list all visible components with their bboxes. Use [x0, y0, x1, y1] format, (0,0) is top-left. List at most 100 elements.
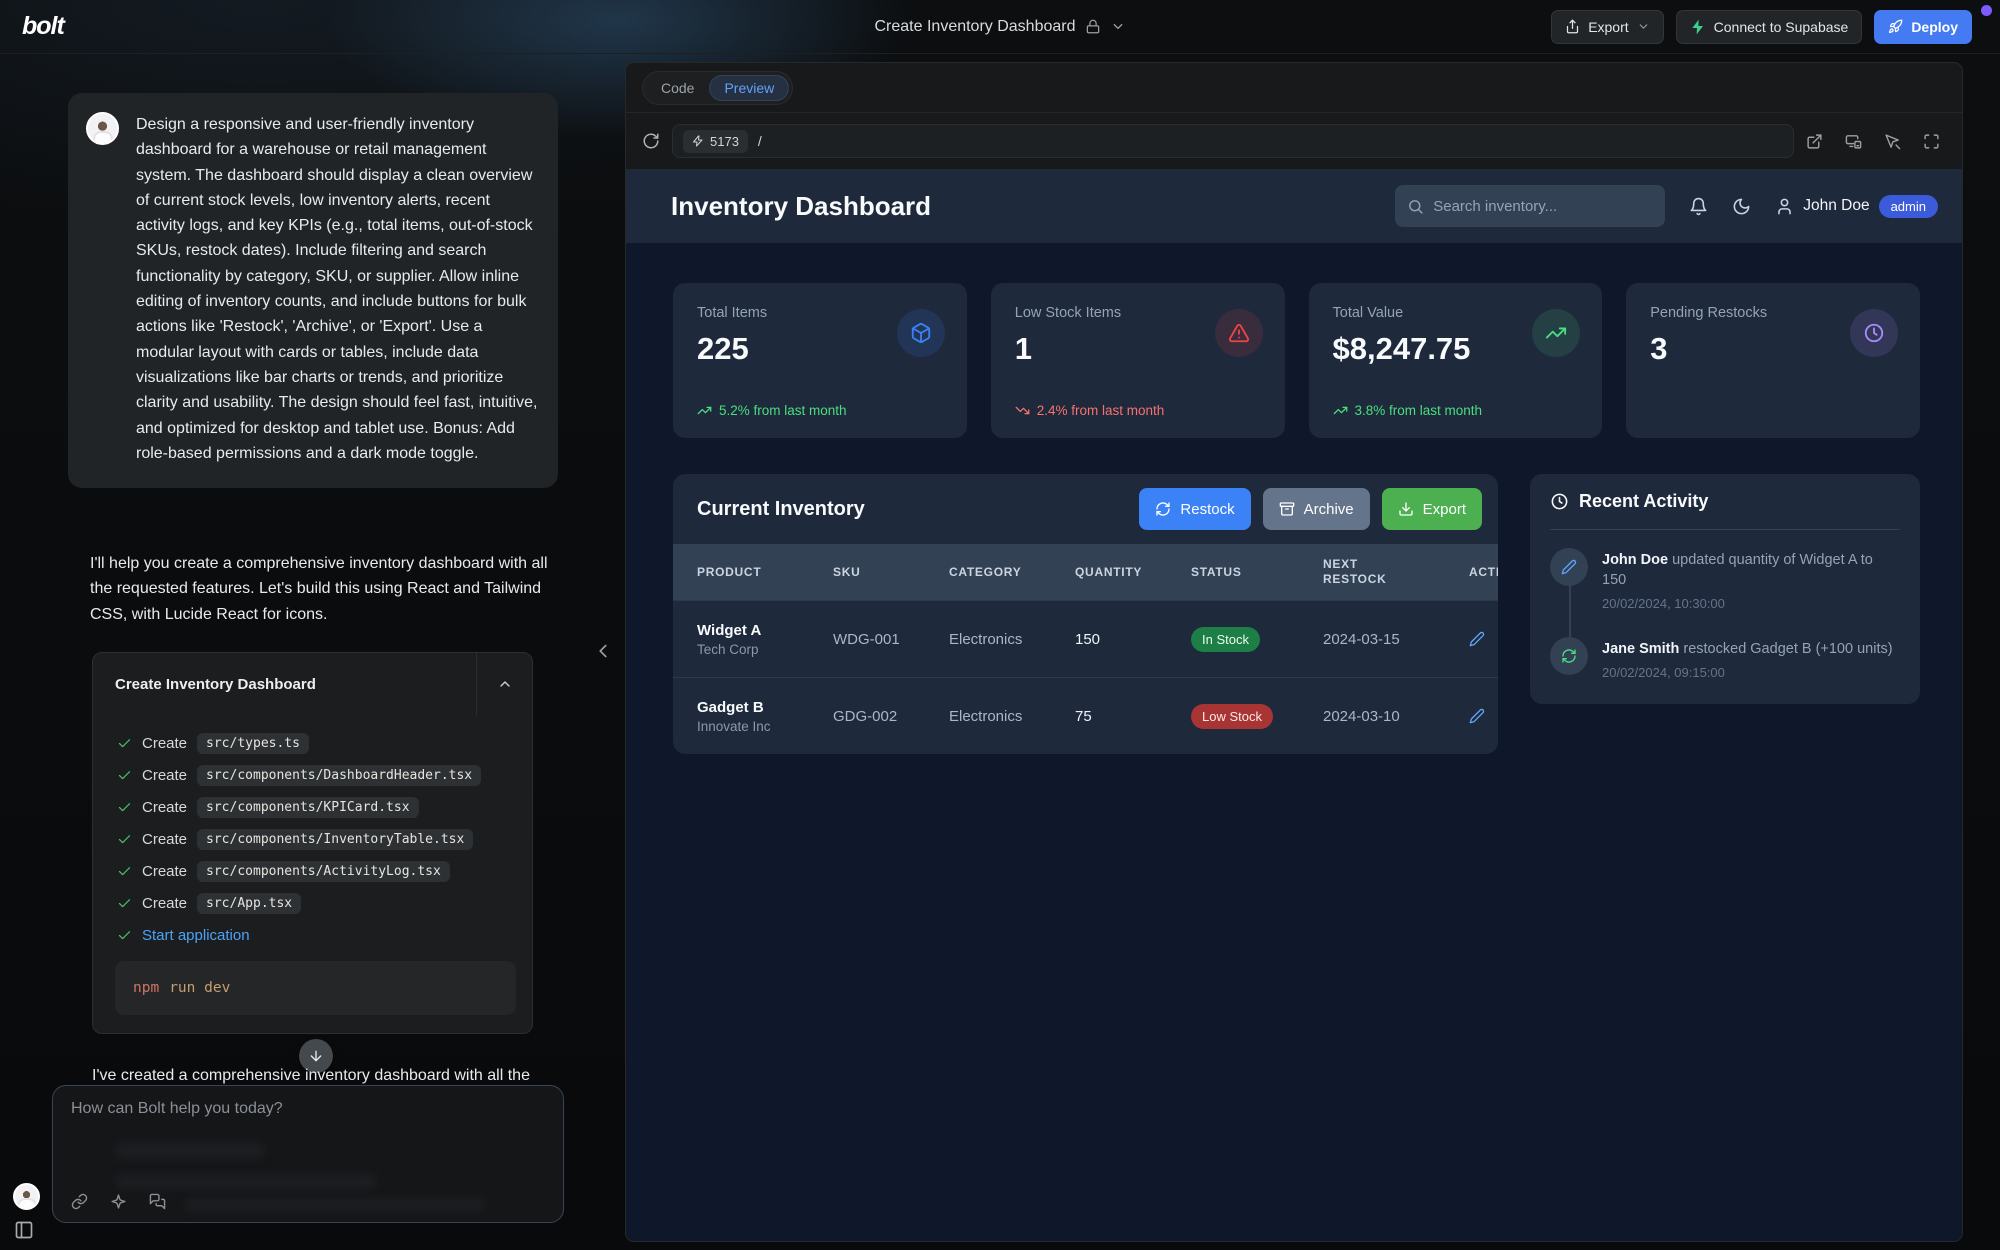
- user-icon: [1775, 197, 1794, 216]
- project-title-menu[interactable]: Create Inventory Dashboard: [875, 18, 1126, 36]
- sku-cell: GDG-002: [833, 708, 949, 725]
- sparkles-icon[interactable]: [110, 1193, 127, 1210]
- status-badge: Low Stock: [1191, 704, 1273, 729]
- responsive-devices-icon[interactable]: [1845, 133, 1862, 150]
- quantity-cell[interactable]: 75: [1075, 708, 1191, 725]
- url-bar[interactable]: 5173 /: [672, 124, 1794, 158]
- export-button[interactable]: Export: [1551, 10, 1663, 44]
- artifact-header[interactable]: Create Inventory Dashboard: [93, 653, 532, 715]
- file-chip[interactable]: src/App.tsx: [197, 893, 301, 914]
- messages-icon[interactable]: [149, 1193, 166, 1210]
- user-menu[interactable]: John Doe admin: [1775, 195, 1938, 218]
- step-action: Create: [142, 831, 187, 848]
- kpi-trend-text: 2.4% from last month: [1037, 403, 1165, 418]
- file-chip[interactable]: src/components/DashboardHeader.tsx: [197, 765, 481, 786]
- tab-preview[interactable]: Preview: [709, 75, 789, 101]
- start-application-link[interactable]: Start application: [142, 927, 250, 944]
- top-bar: bolt Create Inventory Dashboard Export C…: [0, 0, 2000, 54]
- redacted-blur: [115, 1174, 377, 1189]
- trending-up-icon: [697, 403, 712, 418]
- panel-left-icon: [14, 1220, 34, 1240]
- open-in-new-tab-icon[interactable]: [1806, 133, 1823, 150]
- sidebar-toggle-button[interactable]: [14, 1220, 34, 1240]
- product-supplier: Tech Corp: [697, 642, 833, 657]
- restock-label: Restock: [1180, 501, 1234, 518]
- file-chip[interactable]: src/components/ActivityLog.tsx: [197, 861, 450, 882]
- file-chip[interactable]: src/components/InventoryTable.tsx: [197, 829, 473, 850]
- table-row[interactable]: Widget A Tech Corp WDG-001 Electronics 1…: [673, 600, 1498, 677]
- col-sku: SKU: [833, 565, 949, 579]
- dark-mode-toggle[interactable]: [1732, 197, 1751, 216]
- reload-button[interactable]: [642, 132, 660, 150]
- user-message-text: Design a responsive and user-friendly in…: [136, 112, 538, 466]
- table-row[interactable]: Gadget B Innovate Inc GDG-002 Electronic…: [673, 677, 1498, 754]
- clock-icon: [1863, 322, 1885, 344]
- link-icon[interactable]: [71, 1193, 88, 1210]
- rocket-icon: [1888, 19, 1903, 34]
- activity-item: Jane Smith restocked Gadget B (+100 unit…: [1550, 637, 1900, 680]
- chat-input-box[interactable]: [52, 1085, 564, 1223]
- chevron-up-icon: [497, 676, 513, 692]
- product-name: Gadget B: [697, 699, 833, 716]
- account-avatar[interactable]: [13, 1183, 40, 1210]
- search-input[interactable]: [1433, 198, 1653, 215]
- file-chip[interactable]: src/types.ts: [197, 733, 309, 754]
- assistant-message-text: I'll help you create a comprehensive inv…: [90, 551, 562, 627]
- activity-time: 20/02/2024, 09:15:00: [1602, 665, 1893, 680]
- step-action: Create: [142, 735, 187, 752]
- share-icon: [1565, 19, 1580, 34]
- user-name: John Doe: [1803, 197, 1869, 215]
- chat-input[interactable]: [71, 1100, 545, 1146]
- artifact-step: Create src/components/InventoryTable.tsx: [117, 823, 516, 855]
- user-avatar: [86, 112, 119, 145]
- workbench-panel: Code Preview 5173 / Inventory Dashboard: [625, 62, 1963, 1242]
- command-args: run dev: [169, 980, 230, 996]
- tab-code[interactable]: Code: [646, 75, 709, 101]
- sku-cell: WDG-001: [833, 631, 949, 648]
- quantity-cell[interactable]: 150: [1075, 631, 1191, 648]
- col-product: PRODUCT: [697, 565, 833, 579]
- trending-up-icon: [1545, 322, 1567, 344]
- pencil-icon: [1469, 631, 1485, 647]
- kpi-card-pending-restocks: Pending Restocks 3: [1626, 283, 1920, 438]
- check-icon: [117, 896, 132, 911]
- restock-date-cell: 2024-03-10: [1323, 708, 1469, 725]
- supabase-label: Connect to Supabase: [1714, 19, 1849, 35]
- artifact-step: Create src/types.ts: [117, 727, 516, 759]
- kpi-trend-text: 5.2% from last month: [719, 403, 847, 418]
- kpi-trend-text: 3.8% from last month: [1355, 403, 1483, 418]
- connect-supabase-button[interactable]: Connect to Supabase: [1676, 10, 1863, 44]
- restock-button[interactable]: Restock: [1139, 488, 1250, 530]
- edit-row-button[interactable]: [1469, 631, 1485, 647]
- inventory-search[interactable]: [1395, 185, 1665, 227]
- port-pill[interactable]: 5173: [683, 130, 748, 153]
- col-category: CATEGORY: [949, 565, 1075, 579]
- app-header: Inventory Dashboard John Doe ad: [626, 169, 1962, 243]
- deploy-button[interactable]: Deploy: [1874, 10, 1972, 44]
- refresh-icon: [1550, 637, 1588, 675]
- clock-icon: [1550, 492, 1569, 511]
- terminal-command: npmrun dev: [115, 961, 516, 1015]
- export-csv-button[interactable]: Export: [1382, 488, 1482, 530]
- url-path: /: [758, 133, 762, 149]
- fullscreen-icon[interactable]: [1923, 133, 1940, 150]
- package-icon: [910, 322, 932, 344]
- bolt-logo[interactable]: bolt: [22, 12, 64, 41]
- col-status: STATUS: [1191, 565, 1323, 579]
- collapse-chat-button[interactable]: [592, 638, 614, 664]
- archive-button[interactable]: Archive: [1263, 488, 1370, 530]
- artifact-step-start: Start application: [117, 919, 516, 951]
- edit-row-button[interactable]: [1469, 708, 1485, 724]
- file-chip[interactable]: src/components/KPICard.tsx: [197, 797, 419, 818]
- inspector-off-icon[interactable]: [1884, 133, 1901, 150]
- refresh-icon: [642, 132, 660, 150]
- inventory-table-card: Current Inventory Restock Archive: [673, 474, 1498, 754]
- export-label: Export: [1588, 19, 1628, 35]
- artifact-collapse-button[interactable]: [476, 653, 532, 715]
- pencil-icon: [1469, 708, 1485, 724]
- activity-time: 20/02/2024, 10:30:00: [1602, 596, 1900, 611]
- col-actions: ACTIONS: [1469, 565, 1498, 579]
- notifications-button[interactable]: [1689, 197, 1708, 216]
- download-icon: [1398, 501, 1414, 517]
- kpi-card-total-value: Total Value $8,247.75 3.8% from last mon…: [1309, 283, 1603, 438]
